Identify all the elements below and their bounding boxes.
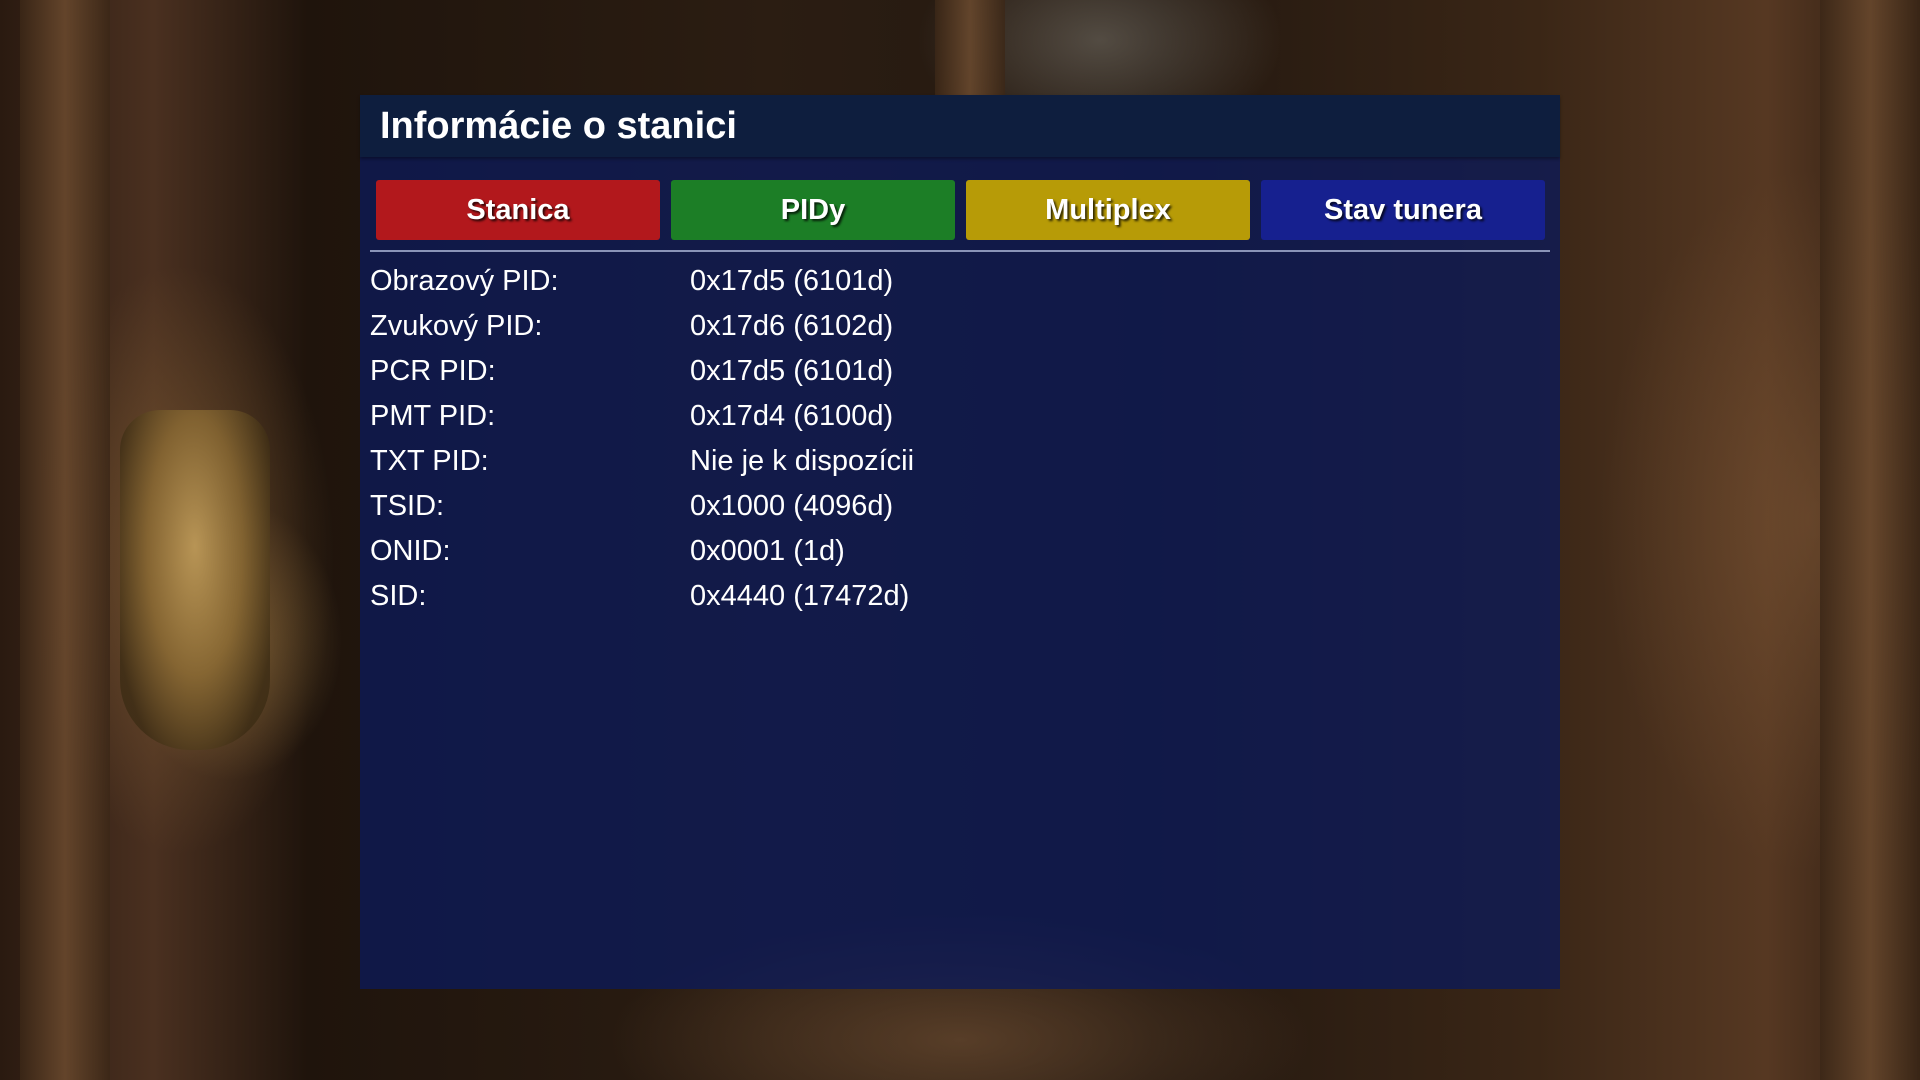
info-label: TXT PID: <box>370 445 489 477</box>
station-info-panel: Informácie o stanici Stanica PIDy Multip… <box>360 95 1560 989</box>
info-value: 0x17d6 (6102d) <box>690 310 894 342</box>
info-label: PCR PID: <box>370 355 496 387</box>
tab-stanica[interactable]: Stanica <box>376 180 660 240</box>
tab-stav-tunera[interactable]: Stav tunera <box>1261 180 1545 240</box>
color-tabs: Stanica PIDy Multiplex Stav tunera <box>376 180 1546 240</box>
info-value: 0x17d5 (6101d) <box>690 265 894 297</box>
info-value: 0x4440 (17472d) <box>690 580 910 612</box>
info-label: PMT PID: <box>370 400 496 432</box>
tab-pidy[interactable]: PIDy <box>671 180 955 240</box>
tv-screen: Informácie o stanici Stanica PIDy Multip… <box>0 0 1920 1080</box>
info-row-tsid: TSID: 0x1000 (4096d) <box>370 484 1550 529</box>
divider <box>370 250 1550 252</box>
info-row-txt-pid: TXT PID: Nie je k dispozícii <box>370 439 1550 484</box>
info-row-video-pid: Obrazový PID: 0x17d5 (6101d) <box>370 259 1550 304</box>
info-label: Obrazový PID: <box>370 265 559 297</box>
info-value: 0x17d5 (6101d) <box>690 355 894 387</box>
info-value: 0x17d4 (6100d) <box>690 400 894 432</box>
info-row-sid: SID: 0x4440 (17472d) <box>370 574 1550 619</box>
panel-header: Informácie o stanici <box>360 95 1560 157</box>
background-beam-left <box>20 0 110 1080</box>
page-title: Informácie o stanici <box>380 105 737 147</box>
info-label: SID: <box>370 580 427 612</box>
info-value: 0x1000 (4096d) <box>690 490 894 522</box>
info-row-pcr-pid: PCR PID: 0x17d5 (6101d) <box>370 349 1550 394</box>
info-row-pmt-pid: PMT PID: 0x17d4 (6100d) <box>370 394 1550 439</box>
info-value: 0x0001 (1d) <box>690 535 845 567</box>
info-list: Obrazový PID: 0x17d5 (6101d) Zvukový PID… <box>370 259 1550 619</box>
info-label: ONID: <box>370 535 451 567</box>
info-label: Zvukový PID: <box>370 310 543 342</box>
info-label: TSID: <box>370 490 445 522</box>
tab-multiplex[interactable]: Multiplex <box>966 180 1250 240</box>
info-row-onid: ONID: 0x0001 (1d) <box>370 529 1550 574</box>
background-beam-right <box>1820 0 1920 1080</box>
background-lantern <box>120 410 270 750</box>
info-row-audio-pid: Zvukový PID: 0x17d6 (6102d) <box>370 304 1550 349</box>
info-value: Nie je k dispozícii <box>690 445 915 477</box>
